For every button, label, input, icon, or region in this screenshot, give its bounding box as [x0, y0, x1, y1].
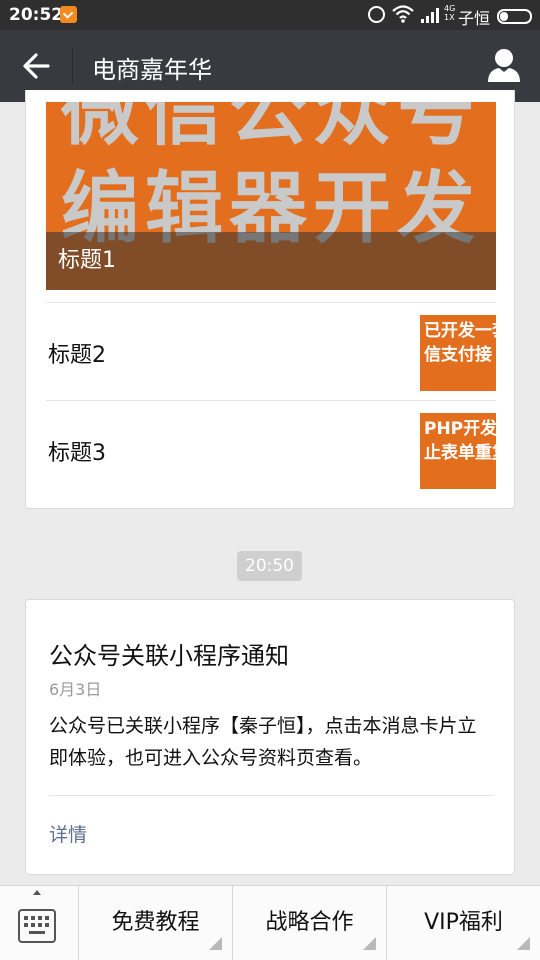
- article-list-item[interactable]: 标题2 已开发一套 信支付接: [46, 302, 496, 400]
- page-title: 电商嘉年华: [92, 56, 212, 84]
- profile-icon[interactable]: [482, 46, 526, 86]
- notification-card[interactable]: 公众号关联小程序通知 6月3日 公众号已关联小程序【秦子恒】，点击本消息卡片立即…: [25, 599, 515, 875]
- cover-text-line1: 微信公众号: [60, 102, 481, 156]
- caret-up-icon: [33, 890, 41, 895]
- menu-item-vip-benefits[interactable]: VIP福利: [386, 886, 540, 960]
- wifi-icon: [392, 5, 414, 23]
- header-divider: [72, 48, 73, 84]
- message-timestamp: 20:50: [237, 551, 302, 581]
- network-type-bottom: 1X: [444, 13, 455, 22]
- thumbnail-text-line2: 止表单重复提: [424, 443, 496, 463]
- keyboard-toggle-button[interactable]: [0, 886, 78, 960]
- carrier-name: 子恒: [458, 9, 491, 28]
- alarm-icon: [368, 6, 385, 23]
- signal-icon: [421, 8, 439, 23]
- menu-item-partnership[interactable]: 战略合作: [232, 886, 386, 960]
- menu-item-free-tutorial[interactable]: 免费教程: [78, 886, 232, 960]
- article-list-item[interactable]: 标题3 PHP开发 止表单重复提: [46, 400, 496, 498]
- article-card: 微信公众号 编辑器开发 标题1 标题2 已开发一套 信支付接 标题3 PHP开发…: [25, 90, 515, 509]
- bottom-menu-bar: 免费教程 战略合作 VIP福利: [0, 885, 540, 960]
- article-title: 标题2: [48, 343, 106, 368]
- notification-body: 公众号已关联小程序【秦子恒】，点击本消息卡片立即体验，也可进入公众号资料页查看。: [49, 715, 477, 769]
- notification-date: 6月3日: [49, 680, 102, 699]
- thumbnail-text-line2: 信支付接: [424, 345, 492, 365]
- article-thumbnail: 已开发一套 信支付接: [420, 315, 496, 391]
- status-time: 20:52: [9, 5, 64, 25]
- notification-title: 公众号关联小程序通知: [49, 642, 289, 670]
- back-arrow-icon[interactable]: [14, 44, 58, 88]
- article-cover[interactable]: 微信公众号 编辑器开发 标题1: [46, 102, 496, 290]
- keyboard-icon: [18, 909, 56, 943]
- article-title: 标题3: [48, 441, 106, 466]
- thumbnail-text-line1: PHP开发: [424, 419, 496, 439]
- battery-icon: [497, 9, 532, 24]
- status-bar: 20:52 4G 1X 子恒: [0, 0, 540, 30]
- article-thumbnail: PHP开发 止表单重复提: [420, 413, 496, 489]
- notification-app-icon: [60, 6, 77, 23]
- details-link[interactable]: 详情: [49, 820, 87, 847]
- thumbnail-text-line1: 已开发一套: [424, 321, 496, 341]
- network-type: 4G 1X: [444, 4, 455, 22]
- network-type-top: 4G: [444, 4, 456, 13]
- cover-title: 标题1: [46, 232, 496, 290]
- notification-divider: [49, 795, 494, 796]
